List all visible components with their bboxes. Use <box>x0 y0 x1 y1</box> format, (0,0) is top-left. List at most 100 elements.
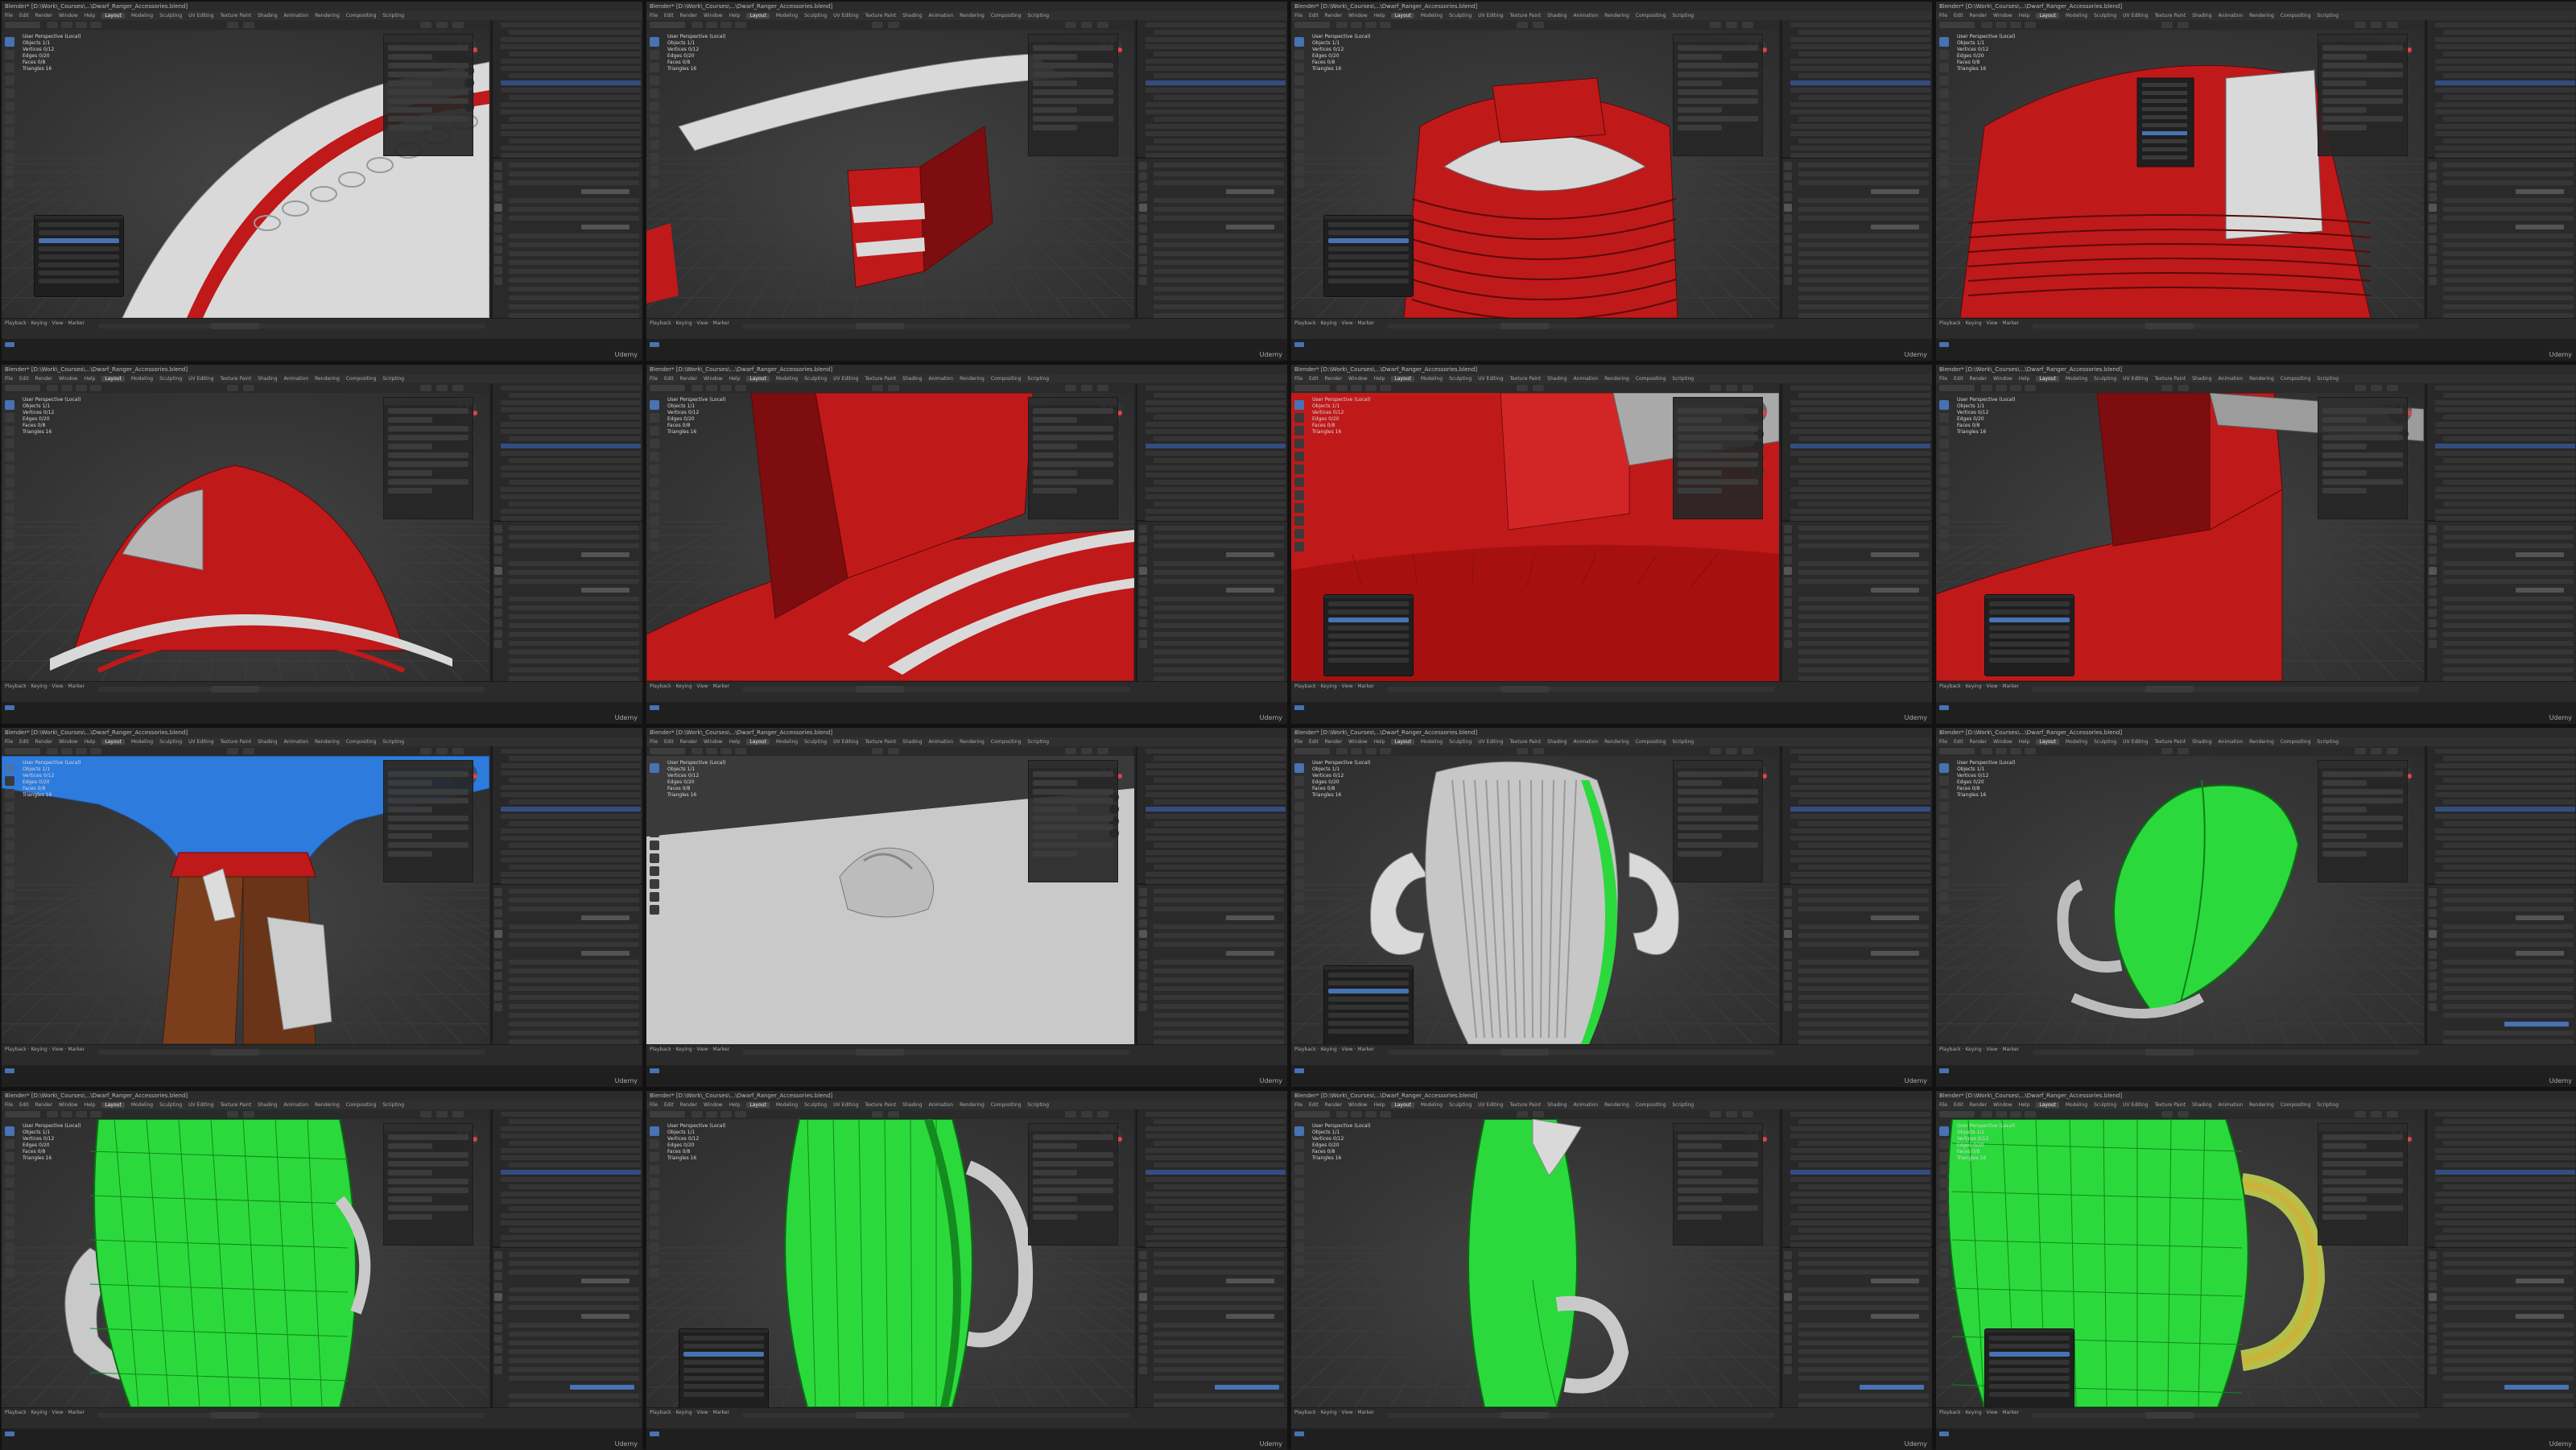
properties-tab-icon[interactable] <box>1784 535 1792 543</box>
properties-tab-icon[interactable] <box>1139 1324 1147 1332</box>
outliner-item[interactable] <box>501 1155 641 1160</box>
property-row[interactable] <box>1154 242 1284 247</box>
view-menu[interactable] <box>47 1111 58 1117</box>
loop-cut-icon[interactable] <box>5 179 14 188</box>
properties-tab-icon[interactable] <box>1784 919 1792 927</box>
property-row[interactable] <box>1798 233 1929 238</box>
properties-tab-icon[interactable] <box>1139 972 1147 980</box>
outliner-item[interactable] <box>1790 124 1930 129</box>
properties-editor[interactable] <box>1137 1248 1287 1450</box>
property-row[interactable] <box>1798 995 1929 1000</box>
workspace-tab[interactable]: Modeling <box>2066 739 2087 745</box>
property-row[interactable] <box>2504 1385 2569 1390</box>
menu-edit[interactable]: Edit <box>19 376 29 382</box>
outliner[interactable] <box>2427 383 2576 528</box>
menu-help[interactable]: Help <box>1374 376 1385 382</box>
properties-tab-icon[interactable] <box>1139 919 1147 927</box>
transform-orientation[interactable] <box>1517 385 1528 391</box>
operator-field[interactable] <box>1328 973 1409 977</box>
overlay-toggle[interactable] <box>436 385 448 391</box>
operator-field[interactable] <box>1328 1005 1409 1010</box>
outliner-item[interactable] <box>1790 66 1930 71</box>
workspace-tab[interactable]: Sculpting <box>2094 739 2116 745</box>
select-box-icon[interactable] <box>650 1126 659 1136</box>
workspace-tab[interactable]: Layout <box>101 1102 125 1108</box>
properties-tab-icon[interactable] <box>494 1335 502 1343</box>
red-belt[interactable] <box>170 852 316 878</box>
menu-edit[interactable]: Edit <box>1954 13 1963 19</box>
mode-dropdown[interactable] <box>650 385 685 391</box>
property-row[interactable] <box>1154 1261 1284 1266</box>
right-handle[interactable] <box>1629 852 1679 956</box>
playback-controls[interactable] <box>1501 1412 1549 1419</box>
properties-tab-icon[interactable] <box>1139 951 1147 959</box>
outliner-item[interactable] <box>1790 88 1930 93</box>
outliner-item[interactable] <box>501 1213 641 1218</box>
operator-field[interactable] <box>1328 634 1409 638</box>
select-menu[interactable] <box>61 385 72 391</box>
rotate-icon[interactable] <box>1294 1165 1304 1175</box>
property-row[interactable] <box>1798 1376 1929 1381</box>
outliner-item[interactable] <box>501 422 641 427</box>
timeline[interactable]: Playback · Keying · View · Marker <box>1291 318 1932 340</box>
menu-help[interactable]: Help <box>85 739 96 745</box>
scale-icon[interactable] <box>5 815 14 824</box>
workspace-tab[interactable]: Modeling <box>1421 739 1443 745</box>
properties-tab-icon[interactable] <box>1139 567 1147 575</box>
view-menu[interactable] <box>1336 385 1348 391</box>
outliner-item[interactable] <box>2435 1148 2575 1153</box>
property-row[interactable] <box>2443 242 2574 247</box>
operator-field[interactable] <box>1328 618 1409 622</box>
workspace-tab[interactable]: Texture Paint <box>1509 376 1541 382</box>
view-menu[interactable] <box>691 748 703 754</box>
playback-controls[interactable] <box>856 323 904 329</box>
mode-dropdown[interactable] <box>1294 748 1330 754</box>
property-row[interactable] <box>509 924 639 929</box>
property-row[interactable] <box>1798 1270 1929 1274</box>
property-row[interactable] <box>509 597 639 601</box>
view-menu[interactable] <box>47 748 58 754</box>
property-row[interactable] <box>509 216 639 221</box>
properties-tab-icon[interactable] <box>2429 1262 2437 1270</box>
inset-icon[interactable] <box>5 1242 14 1252</box>
add-menu[interactable] <box>2010 22 2021 28</box>
property-row[interactable] <box>1154 632 1284 637</box>
cursor-icon[interactable] <box>1939 776 1949 786</box>
workspace-tab[interactable]: Modeling <box>776 1102 798 1108</box>
outliner-item[interactable] <box>2435 1134 2575 1138</box>
property-row[interactable] <box>1226 225 1274 229</box>
properties-editor[interactable] <box>493 159 642 361</box>
scale-icon[interactable] <box>1939 89 1949 98</box>
outliner-item[interactable] <box>2443 415 2575 419</box>
property-row[interactable] <box>509 898 639 903</box>
operator-field[interactable] <box>1328 222 1409 227</box>
outliner-item[interactable] <box>2443 30 2575 35</box>
property-row[interactable] <box>1798 960 1929 965</box>
transform-orientation[interactable] <box>1517 748 1528 754</box>
property-row[interactable] <box>1798 1367 1929 1372</box>
timeline-track[interactable] <box>2033 1413 2419 1418</box>
outliner-item[interactable] <box>1146 400 1286 405</box>
workspace-tab[interactable]: Shading <box>2192 13 2211 19</box>
menu-edit[interactable]: Edit <box>1954 1102 1963 1108</box>
properties-tab-icon[interactable] <box>1784 899 1792 907</box>
outliner-item[interactable] <box>2435 422 2575 427</box>
properties-tab-icon[interactable] <box>1784 277 1792 285</box>
workspace-tab[interactable]: UV Editing <box>188 739 213 745</box>
menu-edit[interactable]: Edit <box>664 739 674 745</box>
outliner-item[interactable] <box>501 1199 641 1204</box>
outliner-item[interactable] <box>2435 473 2575 477</box>
workspace-tab[interactable]: UV Editing <box>2123 376 2148 382</box>
property-row[interactable] <box>509 1305 639 1310</box>
red-block[interactable] <box>847 166 925 288</box>
select-menu[interactable] <box>706 748 717 754</box>
property-row[interactable] <box>509 180 639 185</box>
property-row[interactable] <box>1798 287 1929 291</box>
properties-tab-icon[interactable] <box>1139 162 1147 170</box>
extrude-icon[interactable] <box>650 1229 659 1239</box>
workspace-tab[interactable]: Modeling <box>1421 13 1443 19</box>
cursor-icon[interactable] <box>650 413 659 423</box>
outliner-item[interactable] <box>1146 836 1286 841</box>
playback-controls[interactable] <box>856 686 904 692</box>
outliner-item[interactable] <box>1154 1141 1286 1146</box>
